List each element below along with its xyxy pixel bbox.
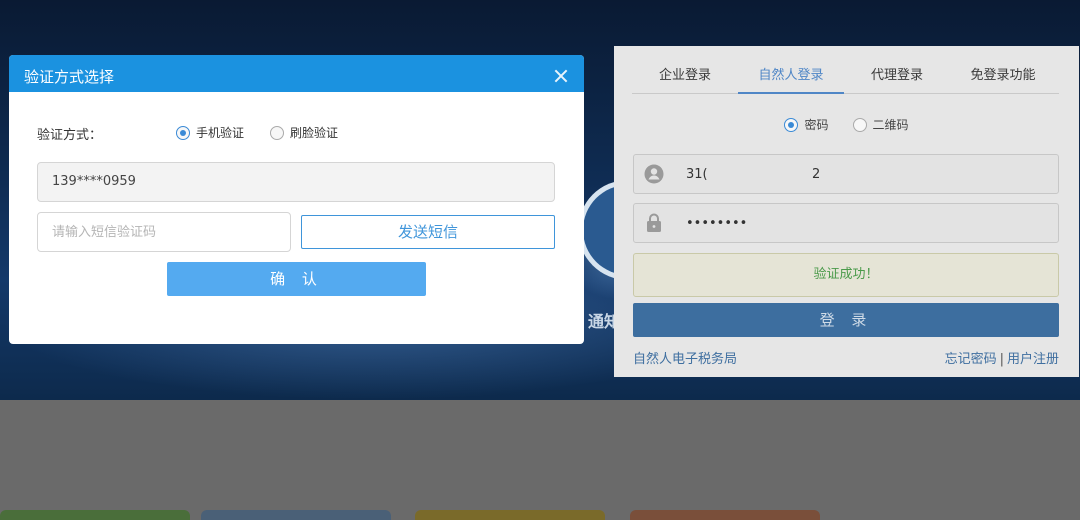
dialog-title: 验证方式选择 <box>24 68 115 86</box>
radio-selected-icon[interactable] <box>784 117 799 132</box>
username-field[interactable]: 31( 2 <box>633 154 1059 194</box>
radio-phone-label: 手机验证 <box>196 126 245 140</box>
account-links: 忘记密码 | 用户注册 <box>945 348 1059 367</box>
password-field[interactable]: •••••••• <box>633 203 1059 243</box>
lock-icon <box>634 204 674 242</box>
password-value: •••••••• <box>686 215 748 231</box>
verification-method-label: 验证方式： <box>37 128 103 143</box>
feature-tile-1[interactable] <box>0 510 190 520</box>
link-separator: | <box>999 352 1004 367</box>
radio-face-verification[interactable]: 刷脸验证 <box>270 124 338 141</box>
radio-qrcode-label: 二维码 <box>872 118 909 132</box>
radio-password[interactable]: 密码 <box>784 116 829 133</box>
sms-code-input[interactable] <box>37 212 291 252</box>
login-tabs: 企业登录 自然人登录 代理登录 免登录功能 <box>632 56 1059 94</box>
page-lower-area <box>0 400 1080 520</box>
dialog-header: 验证方式选择 <box>9 55 584 92</box>
individual-tax-bureau-link[interactable]: 自然人电子税务局 <box>633 348 737 367</box>
register-link[interactable]: 用户注册 <box>1007 352 1059 367</box>
verification-method-radio-group: 手机验证 刷脸验证 <box>176 124 338 141</box>
send-sms-button[interactable]: 发送短信 <box>301 215 555 249</box>
radio-unselected-icon[interactable] <box>270 125 285 140</box>
verification-status: 验证成功！ <box>633 253 1059 297</box>
radio-password-label: 密码 <box>804 118 829 132</box>
login-panel: 企业登录 自然人登录 代理登录 免登录功能 密码 二维码 31( 2 •••••… <box>614 46 1079 377</box>
login-button[interactable]: 登 录 <box>633 303 1059 337</box>
login-type-radio-group: 密码 二维码 <box>614 116 1079 133</box>
radio-qrcode[interactable]: 二维码 <box>852 116 909 133</box>
phone-number-field: 139****0959 <box>37 162 555 202</box>
feature-tile-2[interactable] <box>201 510 391 520</box>
feature-tile-4[interactable] <box>630 510 820 520</box>
tab-individual-login[interactable]: 自然人登录 <box>738 56 844 94</box>
tab-agent-login[interactable]: 代理登录 <box>844 56 950 93</box>
username-value-tail: 2 <box>812 166 821 182</box>
verification-method-dialog: 验证方式选择 验证方式： 手机验证 刷脸验证 139****0959 发送短信 … <box>9 55 584 344</box>
user-icon <box>634 155 674 193</box>
feature-tile-3[interactable] <box>415 510 605 520</box>
tab-enterprise-login[interactable]: 企业登录 <box>632 56 738 93</box>
confirm-button[interactable]: 确 认 <box>167 262 426 296</box>
close-icon[interactable] <box>554 69 568 83</box>
forgot-password-link[interactable]: 忘记密码 <box>945 352 997 367</box>
username-value: 31( <box>686 166 708 182</box>
radio-selected-icon[interactable] <box>176 125 190 140</box>
radio-face-label: 刷脸验证 <box>290 126 339 140</box>
radio-unselected-icon[interactable] <box>852 117 867 132</box>
radio-phone-verification[interactable]: 手机验证 <box>176 124 244 141</box>
tab-login-free[interactable]: 免登录功能 <box>950 56 1056 93</box>
